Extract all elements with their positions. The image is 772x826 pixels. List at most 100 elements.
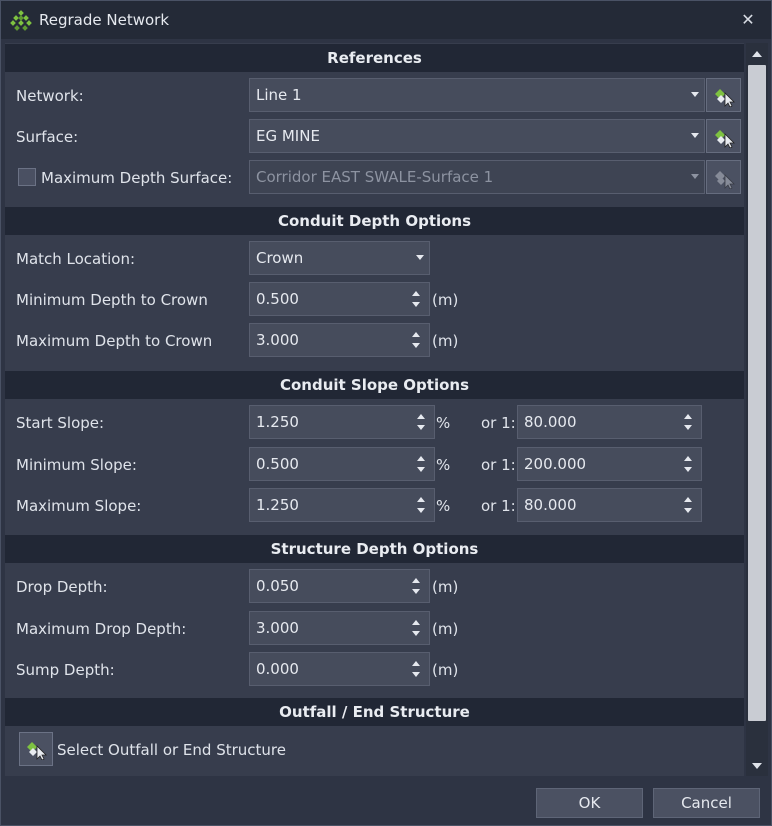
pick-from-drawing-icon [715, 130, 735, 148]
start-slope-label: Start Slope: [16, 414, 105, 432]
spin-up-icon[interactable] [412, 291, 420, 296]
max-depth-spinbox[interactable]: 3.000 [249, 323, 430, 357]
match-location-dropdown[interactable]: Crown [249, 241, 430, 275]
pick-from-drawing-icon [27, 742, 47, 760]
spin-down-icon[interactable] [417, 467, 425, 472]
max-slope-percent-spinbox[interactable]: 1.250 [249, 488, 435, 522]
scroll-up-icon[interactable] [746, 43, 768, 63]
surface-value: EG MINE [256, 127, 320, 145]
spin-up-icon[interactable] [412, 661, 420, 666]
min-slope-ratio-value: 200.000 [524, 455, 587, 473]
close-icon[interactable]: ✕ [737, 9, 759, 31]
chevron-down-icon [691, 133, 699, 138]
select-outfall-button[interactable] [19, 732, 53, 766]
spin-up-icon[interactable] [417, 497, 425, 502]
references-header: References [5, 44, 744, 72]
spin-up-icon[interactable] [412, 332, 420, 337]
vertical-scrollbar[interactable] [746, 43, 768, 776]
drop-depth-unit: (m) [432, 578, 459, 596]
max-depth-label: Maximum Depth to Crown [16, 332, 213, 350]
spin-up-icon[interactable] [684, 497, 692, 502]
match-location-label: Match Location: [16, 250, 136, 268]
chevron-down-icon [691, 92, 699, 97]
max-drop-depth-spinbox[interactable]: 3.000 [249, 611, 430, 645]
conduit-slope-header: Conduit Slope Options [5, 371, 744, 399]
spin-down-icon[interactable] [412, 672, 420, 677]
start-slope-percent-spinbox[interactable]: 1.250 [249, 405, 435, 439]
max-depth-surface-label: Maximum Depth Surface: [41, 169, 233, 187]
surface-label: Surface: [16, 128, 79, 146]
spin-down-icon[interactable] [412, 589, 420, 594]
max-depth-unit: (m) [432, 332, 459, 350]
start-slope-ratio-value: 80.000 [524, 413, 577, 431]
min-slope-ratio-spinbox[interactable]: 200.000 [517, 447, 702, 481]
max-depth-surface-value: Corridor EAST SWALE-Surface 1 [256, 168, 494, 186]
min-slope-percent-spinbox[interactable]: 0.500 [249, 447, 435, 481]
scrollbar-thumb[interactable] [748, 65, 766, 721]
spin-down-icon[interactable] [417, 425, 425, 430]
spin-down-icon[interactable] [412, 631, 420, 636]
spin-up-icon[interactable] [412, 620, 420, 625]
title-bar[interactable]: Regrade Network ✕ [1, 1, 771, 39]
drop-depth-spinbox[interactable]: 0.050 [249, 569, 430, 603]
spin-down-icon[interactable] [684, 508, 692, 513]
spin-up-icon[interactable] [684, 456, 692, 461]
drop-depth-value: 0.050 [256, 577, 299, 595]
min-slope-percent-unit: % [436, 456, 451, 474]
spin-up-icon[interactable] [417, 456, 425, 461]
spin-up-icon[interactable] [412, 578, 420, 583]
cancel-button[interactable]: Cancel [653, 788, 760, 818]
max-depth-surface-dropdown[interactable]: Corridor EAST SWALE-Surface 1 [249, 160, 705, 194]
spin-up-icon[interactable] [684, 414, 692, 419]
structure-depth-header: Structure Depth Options [5, 535, 744, 563]
pick-from-drawing-icon [715, 89, 735, 107]
scroll-down-icon[interactable] [746, 756, 768, 776]
window-title: Regrade Network [39, 11, 170, 29]
select-outfall-label[interactable]: Select Outfall or End Structure [57, 741, 286, 759]
start-slope-ratio-spinbox[interactable]: 80.000 [517, 405, 702, 439]
min-depth-unit: (m) [432, 291, 459, 309]
sump-depth-label: Sump Depth: [16, 661, 115, 679]
outfall-header: Outfall / End Structure [5, 698, 744, 726]
max-slope-ratio-label: or 1: [481, 497, 516, 515]
min-slope-percent-value: 0.500 [256, 455, 299, 473]
chevron-down-icon [691, 174, 699, 179]
max-drop-depth-unit: (m) [432, 620, 459, 638]
network-dropdown[interactable]: Line 1 [249, 78, 705, 112]
start-slope-percent-value: 1.250 [256, 413, 299, 431]
spin-down-icon[interactable] [417, 508, 425, 513]
spin-down-icon[interactable] [412, 343, 420, 348]
pick-from-drawing-icon [715, 171, 735, 189]
chevron-down-icon [416, 255, 424, 260]
max-slope-ratio-value: 80.000 [524, 496, 577, 514]
conduit-depth-header: Conduit Depth Options [5, 207, 744, 235]
surface-pick-button[interactable] [706, 119, 741, 153]
spin-down-icon[interactable] [412, 302, 420, 307]
network-value: Line 1 [256, 86, 302, 104]
min-slope-label: Minimum Slope: [16, 456, 137, 474]
spin-down-icon[interactable] [684, 425, 692, 430]
dialog-content: References Network: Line 1 Surface: EG M… [5, 43, 744, 776]
min-depth-spinbox[interactable]: 0.500 [249, 282, 430, 316]
ok-button[interactable]: OK [536, 788, 643, 818]
network-pick-button[interactable] [706, 78, 741, 112]
max-depth-value: 3.000 [256, 331, 299, 349]
sump-depth-spinbox[interactable]: 0.000 [249, 652, 430, 686]
min-depth-value: 0.500 [256, 290, 299, 308]
spin-down-icon[interactable] [684, 467, 692, 472]
spin-up-icon[interactable] [417, 414, 425, 419]
drop-depth-label: Drop Depth: [16, 578, 108, 596]
max-depth-surface-pick-button[interactable] [706, 160, 741, 194]
max-drop-depth-value: 3.000 [256, 619, 299, 637]
match-location-value: Crown [256, 249, 304, 267]
sump-depth-value: 0.000 [256, 660, 299, 678]
max-slope-ratio-spinbox[interactable]: 80.000 [517, 488, 702, 522]
sump-depth-unit: (m) [432, 661, 459, 679]
max-drop-depth-label: Maximum Drop Depth: [16, 620, 187, 638]
network-label: Network: [16, 87, 84, 105]
surface-dropdown[interactable]: EG MINE [249, 119, 705, 153]
regrade-network-dialog: Regrade Network ✕ References Network: Li… [0, 0, 772, 826]
max-depth-surface-checkbox[interactable] [18, 168, 36, 186]
max-slope-percent-unit: % [436, 497, 451, 515]
regrade-network-icon [10, 10, 32, 31]
